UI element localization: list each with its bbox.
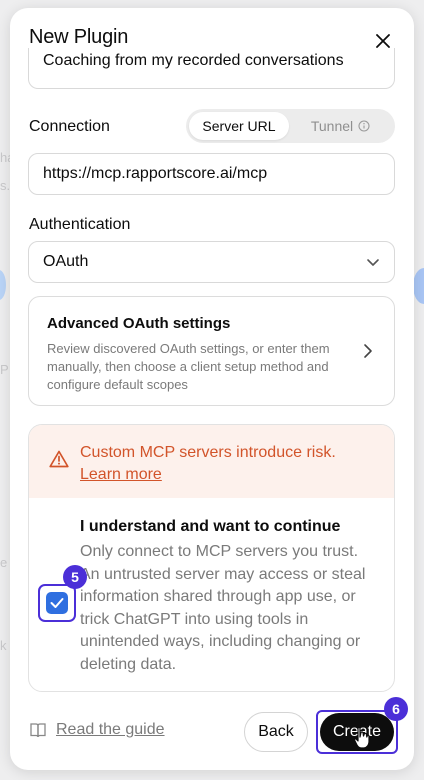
new-plugin-dialog: New Plugin Coaching from my recorded con… — [10, 8, 414, 770]
authentication-value: OAuth — [43, 253, 89, 270]
back-button[interactable]: Back — [244, 712, 308, 752]
connection-label: Connection — [29, 118, 110, 135]
background-shape — [413, 268, 424, 304]
description-field[interactable]: Coaching from my recorded conversations — [28, 48, 395, 89]
info-icon — [358, 120, 370, 132]
connection-toggle: Server URL Tunnel — [186, 109, 395, 143]
tunnel-option[interactable]: Tunnel — [289, 112, 392, 140]
risk-warning-text: Custom MCP servers introduce risk. — [80, 444, 336, 461]
description-value: Coaching from my recorded conversations — [43, 52, 344, 69]
step-marker-badge: 5 — [63, 565, 87, 589]
read-guide-link[interactable]: Read the guide — [29, 721, 165, 739]
advanced-oauth-settings[interactable]: Advanced OAuth settings Review discovere… — [28, 296, 395, 406]
close-icon — [376, 34, 390, 48]
risk-text: Custom MCP servers introduce risk. Learn… — [80, 442, 336, 486]
step-marker-badge: 6 — [384, 697, 408, 721]
chevron-right-icon — [364, 344, 372, 358]
book-icon — [30, 723, 46, 738]
advanced-title: Advanced OAuth settings — [47, 315, 231, 332]
acknowledge-checkbox[interactable] — [38, 584, 76, 622]
tunnel-label: Tunnel — [310, 118, 354, 134]
risk-warning: Custom MCP servers introduce risk. Learn… — [29, 425, 394, 498]
risk-acknowledgement: Custom MCP servers introduce risk. Learn… — [28, 424, 395, 692]
dialog-title: New Plugin — [29, 26, 129, 48]
acknowledge-body: Only connect to MCP servers you trust. A… — [80, 543, 366, 673]
checkbox-checked — [46, 592, 68, 614]
server-url-input[interactable]: https://mcp.rapportscore.ai/mcp — [28, 153, 395, 195]
cursor-icon — [353, 726, 370, 749]
authentication-label: Authentication — [29, 216, 131, 233]
read-guide-label: Read the guide — [56, 721, 165, 738]
acknowledge-title: I understand and want to continue — [80, 518, 341, 535]
server-url-option[interactable]: Server URL — [189, 112, 289, 140]
advanced-description: Review discovered OAuth settings, or ent… — [47, 341, 330, 392]
background-text: s. — [0, 178, 11, 193]
warning-triangle-icon — [49, 450, 69, 468]
server-url-value: https://mcp.rapportscore.ai/mcp — [43, 165, 268, 182]
background-shape — [0, 270, 6, 300]
learn-more-link[interactable]: Learn more — [80, 466, 162, 483]
background-text: k — [0, 638, 7, 653]
chevron-down-icon — [367, 259, 379, 266]
background-text: P — [0, 362, 9, 377]
checkmark-icon — [50, 598, 64, 608]
authentication-select[interactable]: OAuth — [28, 241, 395, 283]
